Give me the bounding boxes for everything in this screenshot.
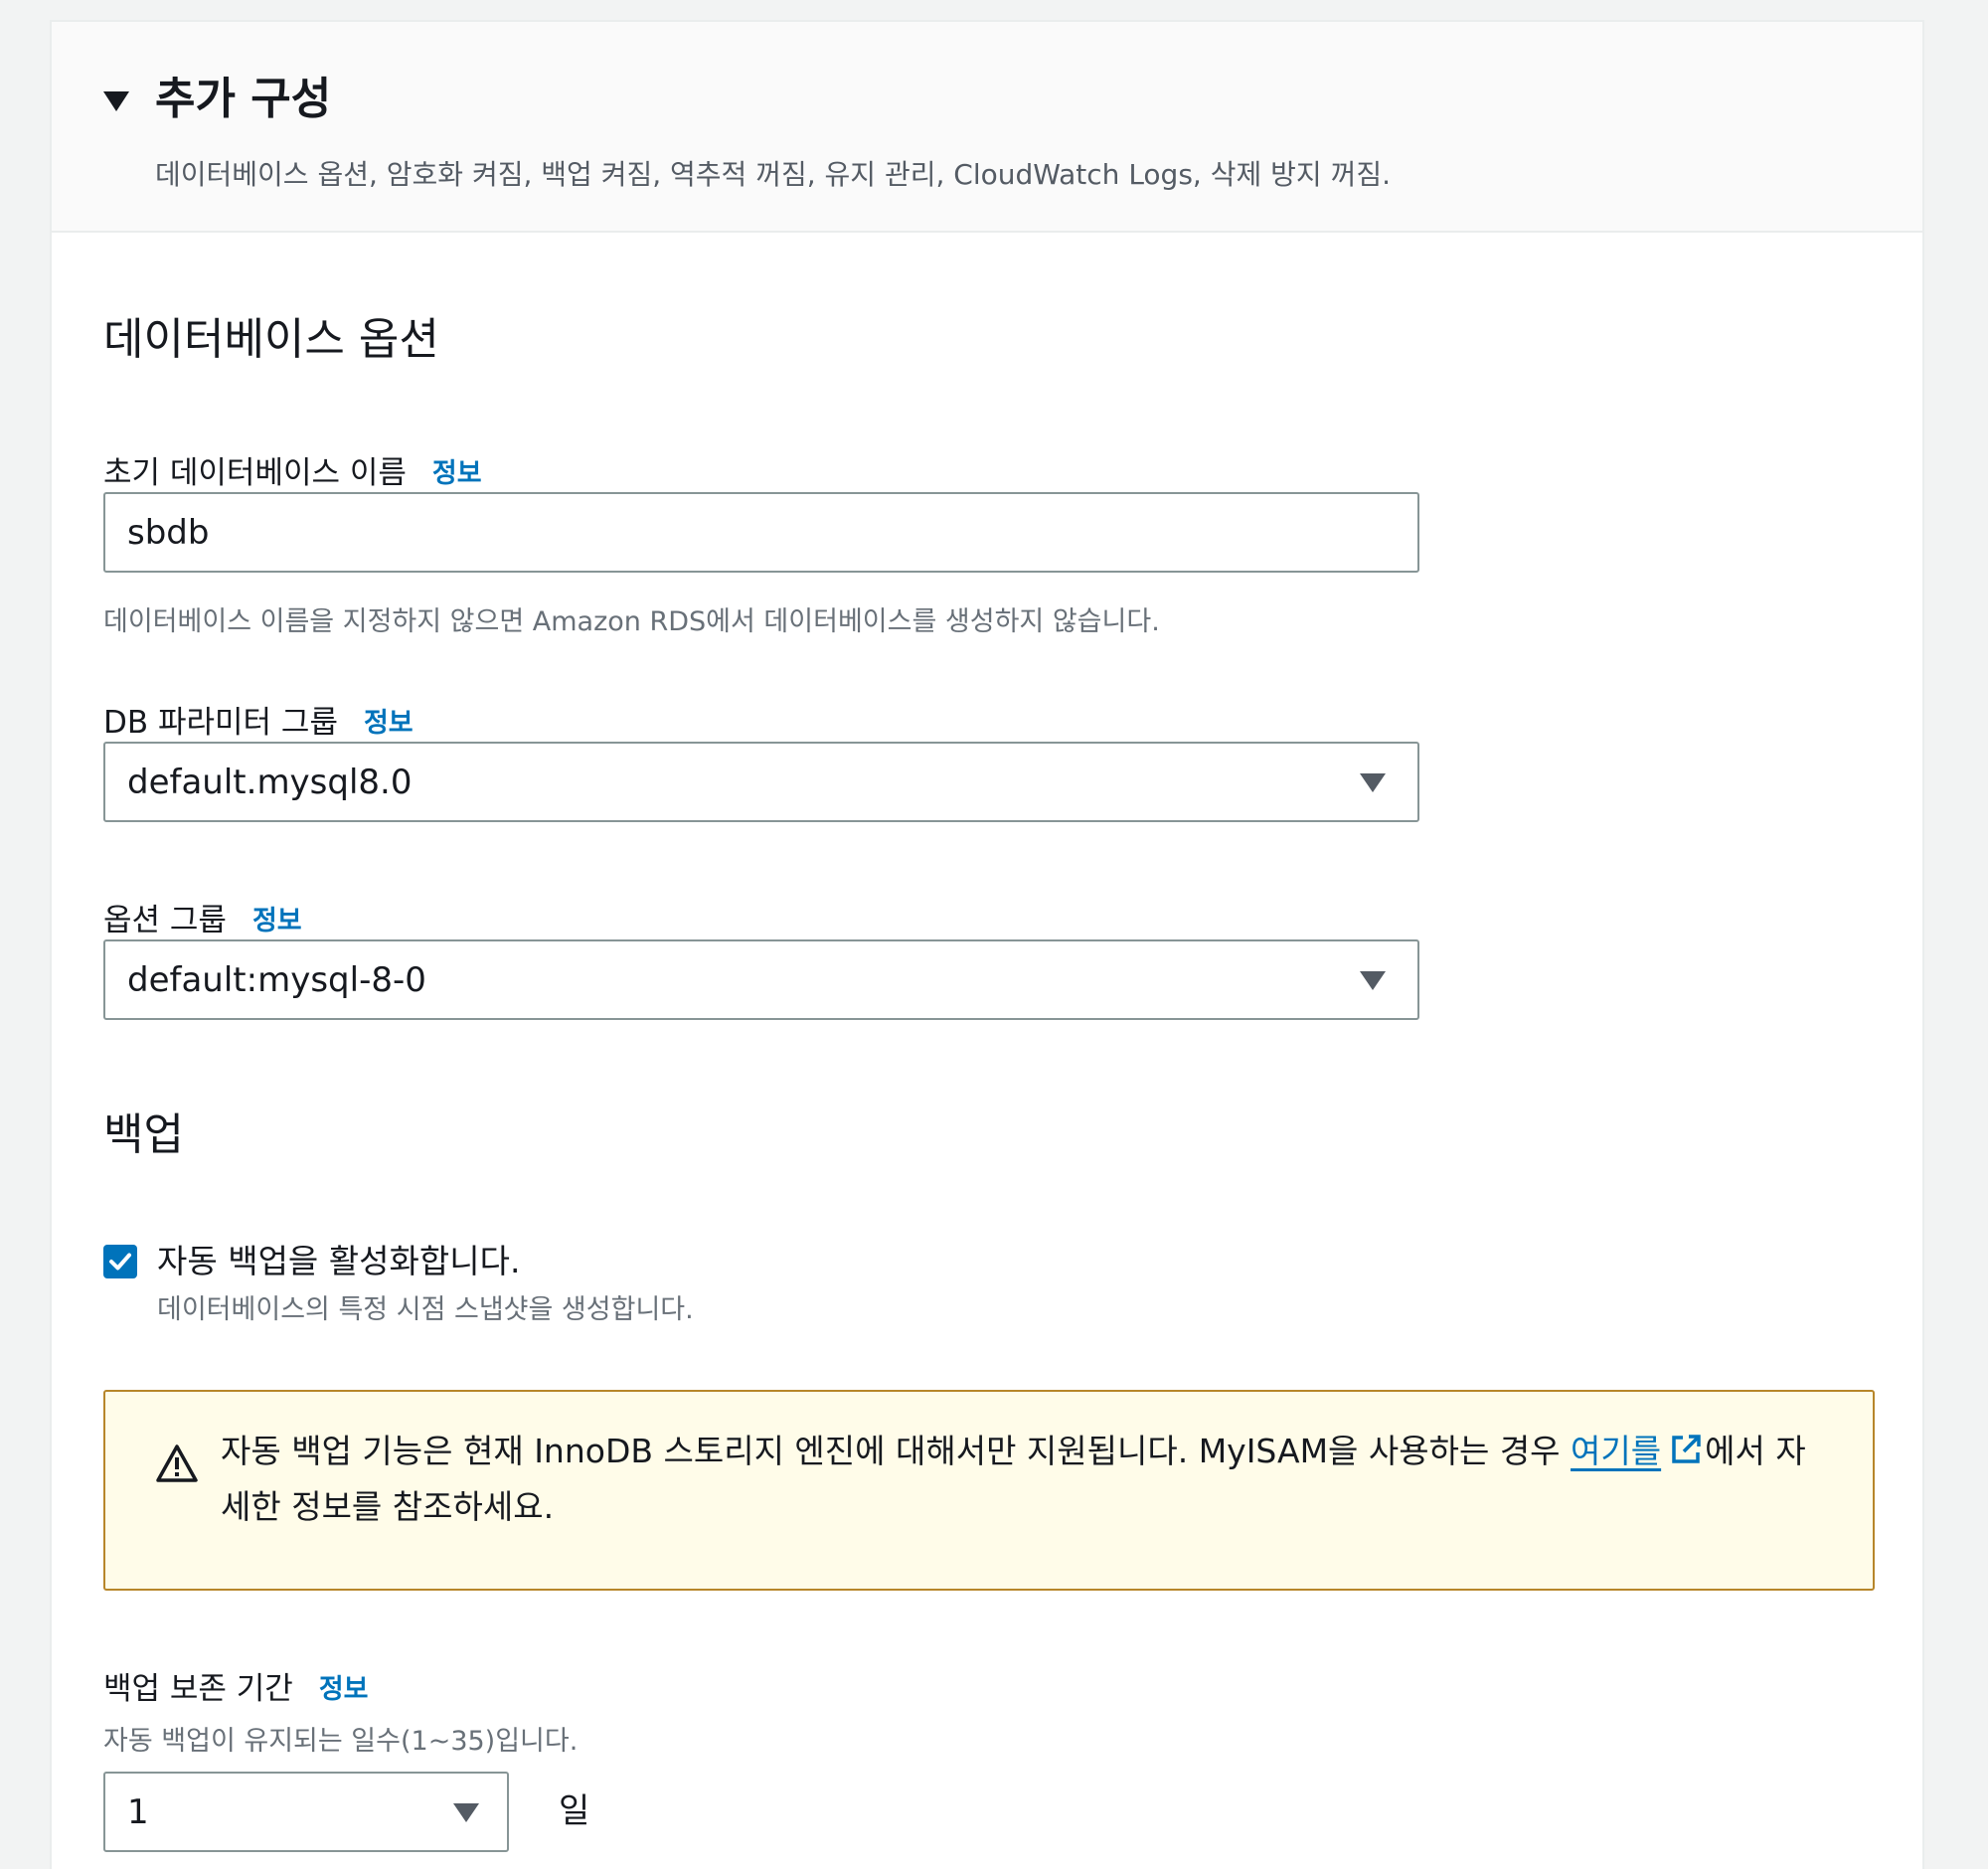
retention-unit: 일 <box>559 1791 590 1831</box>
caret-down-icon <box>1360 970 1386 990</box>
info-link[interactable]: 정보 <box>319 1674 369 1705</box>
input-value: sbdb <box>127 512 210 553</box>
here-link[interactable]: 여기를 <box>1571 1432 1661 1470</box>
option-group-label: 옵션 그룹 정보 <box>103 899 302 943</box>
select-value: default.mysql8.0 <box>127 762 413 802</box>
retention-hint: 자동 백업이 유지되는 일수(1~35)입니다. <box>103 1726 579 1757</box>
field-label-text: DB 파라미터 그룹 <box>103 705 338 741</box>
param-group-select[interactable]: default.mysql8.0 <box>103 742 1419 822</box>
alert-message: 자동 백업 기능은 현재 InnoDB 스토리지 엔진에 대해서만 지원됩니다.… <box>221 1424 1811 1535</box>
section-title[interactable]: 추가 구성 <box>155 70 331 129</box>
initial-db-name-label: 초기 데이터베이스 이름 정보 <box>103 451 482 496</box>
caret-down-icon <box>453 1802 479 1822</box>
info-link[interactable]: 정보 <box>252 906 302 936</box>
param-group-label: DB 파라미터 그룹 정보 <box>103 701 414 746</box>
section-description: 데이터베이스 옵션, 암호화 켜짐, 백업 켜짐, 역추적 꺼짐, 유지 관리,… <box>155 158 1391 191</box>
field-label-text: 옵션 그룹 <box>103 903 227 938</box>
info-link[interactable]: 정보 <box>364 708 414 739</box>
auto-backup-label[interactable]: 자동 백업을 활성화합니다. <box>157 1239 520 1284</box>
initial-db-name-input[interactable]: sbdb <box>103 492 1419 573</box>
expandable-section-header[interactable]: 추가 구성 데이터베이스 옵션, 암호화 켜짐, 백업 켜짐, 역추적 꺼짐, … <box>52 22 1922 233</box>
db-options-title: 데이터베이스 옵션 <box>103 314 439 365</box>
retention-label: 백업 보존 기간 정보 <box>103 1667 369 1712</box>
checkmark-icon <box>109 1253 131 1271</box>
warning-alert: 자동 백업 기능은 현재 InnoDB 스토리지 엔진에 대해서만 지원됩니다.… <box>103 1390 1875 1591</box>
caret-down-icon <box>1360 772 1386 792</box>
backup-title: 백업 <box>103 1109 184 1160</box>
select-value: default:mysql-8-0 <box>127 959 426 1000</box>
additional-config-panel: 추가 구성 데이터베이스 옵션, 암호화 켜짐, 백업 켜짐, 역추적 꺼짐, … <box>50 20 1924 1869</box>
auto-backup-hint: 데이터베이스의 특정 시점 스냅샷을 생성합니다. <box>157 1294 694 1325</box>
initial-db-name-hint: 데이터베이스 이름을 지정하지 않으면 Amazon RDS에서 데이터베이스를… <box>103 606 1160 637</box>
retention-select[interactable]: 1 <box>103 1772 509 1852</box>
warning-icon <box>156 1444 198 1482</box>
auto-backup-checkbox[interactable] <box>103 1245 137 1278</box>
caret-down-icon[interactable] <box>103 91 129 111</box>
info-link[interactable]: 정보 <box>432 458 482 489</box>
alert-text-before: 자동 백업 기능은 현재 InnoDB 스토리지 엔진에 대해서만 지원됩니다.… <box>221 1432 1572 1470</box>
field-label-text: 초기 데이터베이스 이름 <box>103 455 407 491</box>
field-label-text: 백업 보존 기간 <box>103 1671 293 1707</box>
option-group-select[interactable]: default:mysql-8-0 <box>103 939 1419 1020</box>
select-value: 1 <box>127 1791 149 1832</box>
external-link-icon[interactable] <box>1669 1433 1703 1466</box>
